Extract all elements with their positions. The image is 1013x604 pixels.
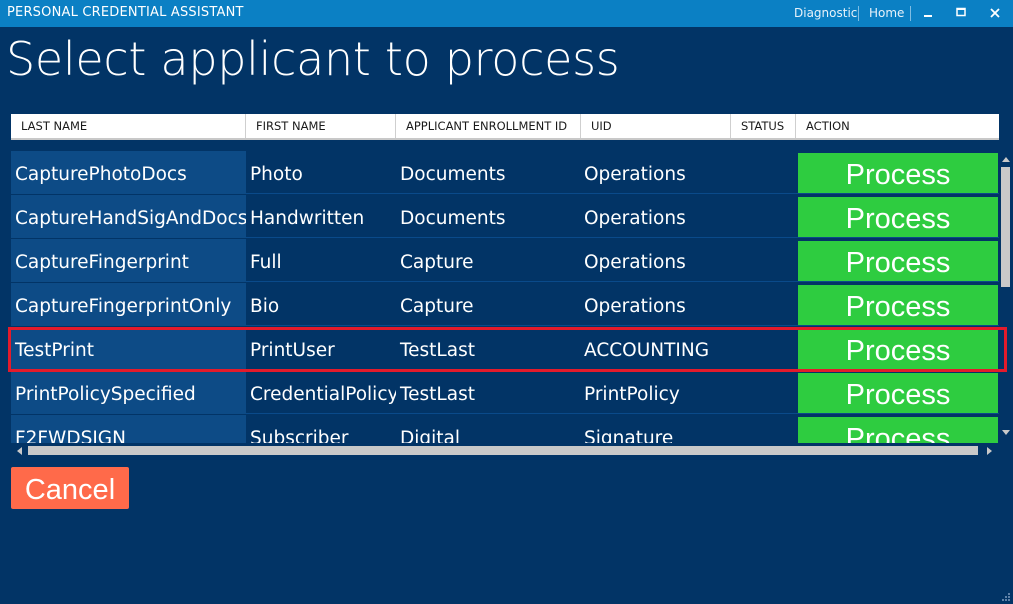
cell-uid: Operations — [584, 296, 686, 317]
cell-first-name: Full — [250, 252, 282, 273]
cell-enrollment-id: Capture — [400, 252, 474, 273]
table-row[interactable]: CapturePhotoDocs Photo Documents Operati… — [11, 151, 999, 194]
cell-uid: Operations — [584, 164, 686, 185]
cell-last-name: CaptureFingerprintOnly — [11, 283, 246, 326]
process-button[interactable]: Process — [798, 417, 998, 443]
column-header-status[interactable]: STATUS — [731, 114, 796, 138]
process-button[interactable]: Process — [798, 197, 998, 237]
vertical-scrollbar[interactable] — [999, 151, 1013, 443]
cell-first-name: CredentialPolicy — [250, 384, 396, 405]
horizontal-scroll-thumb[interactable] — [28, 446, 978, 455]
table-row[interactable]: CaptureHandSigAndDocs Handwritten Docume… — [11, 195, 999, 238]
titlebar-separator — [910, 6, 911, 21]
minimize-icon — [924, 15, 932, 17]
table-row[interactable]: F2FWDSIGN Subscriber Digital Signature P… — [11, 415, 999, 443]
app-title: PERSONAL CREDENTIAL ASSISTANT — [7, 5, 244, 20]
cell-last-name: CaptureFingerprint — [11, 239, 246, 282]
home-link[interactable]: Home — [869, 6, 904, 20]
cell-first-name: Handwritten — [250, 208, 365, 229]
column-header-last-name[interactable]: LAST NAME — [11, 114, 246, 138]
cell-enrollment-id: Documents — [400, 164, 506, 185]
diagnostic-link[interactable]: Diagnostic — [794, 6, 857, 20]
table-header: LAST NAME FIRST NAME APPLICANT ENROLLMEN… — [11, 114, 999, 140]
cell-uid: Operations — [584, 252, 686, 273]
table-row[interactable]: CaptureFingerprint Full Capture Operatio… — [11, 239, 999, 282]
maximize-icon — [956, 7, 966, 17]
table-row[interactable]: PrintPolicySpecified CredentialPolicy Te… — [11, 371, 999, 414]
column-header-first-name[interactable]: FIRST NAME — [246, 114, 396, 138]
scroll-left-icon[interactable] — [15, 446, 23, 456]
table-row[interactable]: CaptureFingerprintOnly Bio Capture Opera… — [11, 283, 999, 326]
close-button[interactable] — [986, 4, 1004, 22]
cell-first-name: Subscriber — [250, 428, 349, 443]
resize-grip-icon[interactable] — [1001, 592, 1011, 602]
scroll-right-icon[interactable] — [986, 446, 994, 456]
titlebar-separator — [858, 6, 859, 21]
cancel-button[interactable]: Cancel — [11, 467, 129, 509]
maximize-button[interactable] — [952, 4, 970, 22]
cell-last-name: CapturePhotoDocs — [11, 151, 246, 194]
scroll-down-icon[interactable] — [1001, 429, 1011, 437]
cell-last-name: PrintPolicySpecified — [11, 371, 246, 414]
cell-enrollment-id: TestLast — [400, 384, 475, 405]
cell-uid: Operations — [584, 208, 686, 229]
column-header-action[interactable]: ACTION — [796, 114, 999, 138]
cell-first-name: Bio — [250, 296, 280, 317]
cell-enrollment-id: TestLast — [400, 340, 475, 361]
cell-last-name: TestPrint — [11, 327, 246, 370]
cell-first-name: PrintUser — [250, 340, 335, 361]
horizontal-scrollbar[interactable] — [11, 443, 999, 459]
cell-uid: PrintPolicy — [584, 384, 680, 405]
cell-uid: Signature — [584, 428, 674, 443]
cell-enrollment-id: Documents — [400, 208, 506, 229]
column-header-uid[interactable]: UID — [581, 114, 731, 138]
process-button[interactable]: Process — [798, 153, 998, 193]
process-button[interactable]: Process — [798, 329, 998, 369]
cell-last-name: CaptureHandSigAndDocs — [11, 195, 246, 238]
title-bar: PERSONAL CREDENTIAL ASSISTANT Diagnostic… — [0, 0, 1013, 27]
minimize-button[interactable] — [919, 4, 937, 22]
process-button[interactable]: Process — [798, 285, 998, 325]
cell-last-name: F2FWDSIGN — [11, 415, 246, 443]
close-icon — [990, 8, 1000, 18]
process-button[interactable]: Process — [798, 241, 998, 281]
process-button[interactable]: Process — [798, 373, 998, 413]
scroll-up-icon[interactable] — [1001, 155, 1011, 163]
vertical-scroll-thumb[interactable] — [1001, 167, 1010, 287]
column-header-enrollment-id[interactable]: APPLICANT ENROLLMENT ID — [396, 114, 581, 138]
applicant-grid[interactable]: CapturePhotoDocs Photo Documents Operati… — [11, 151, 999, 443]
cell-enrollment-id: Capture — [400, 296, 474, 317]
table-row[interactable]: TestPrint PrintUser TestLast ACCOUNTING … — [11, 327, 999, 370]
page-title: Select applicant to process — [6, 32, 620, 86]
cell-uid: ACCOUNTING — [584, 340, 710, 361]
cell-enrollment-id: Digital — [400, 428, 460, 443]
cell-first-name: Photo — [250, 164, 303, 185]
